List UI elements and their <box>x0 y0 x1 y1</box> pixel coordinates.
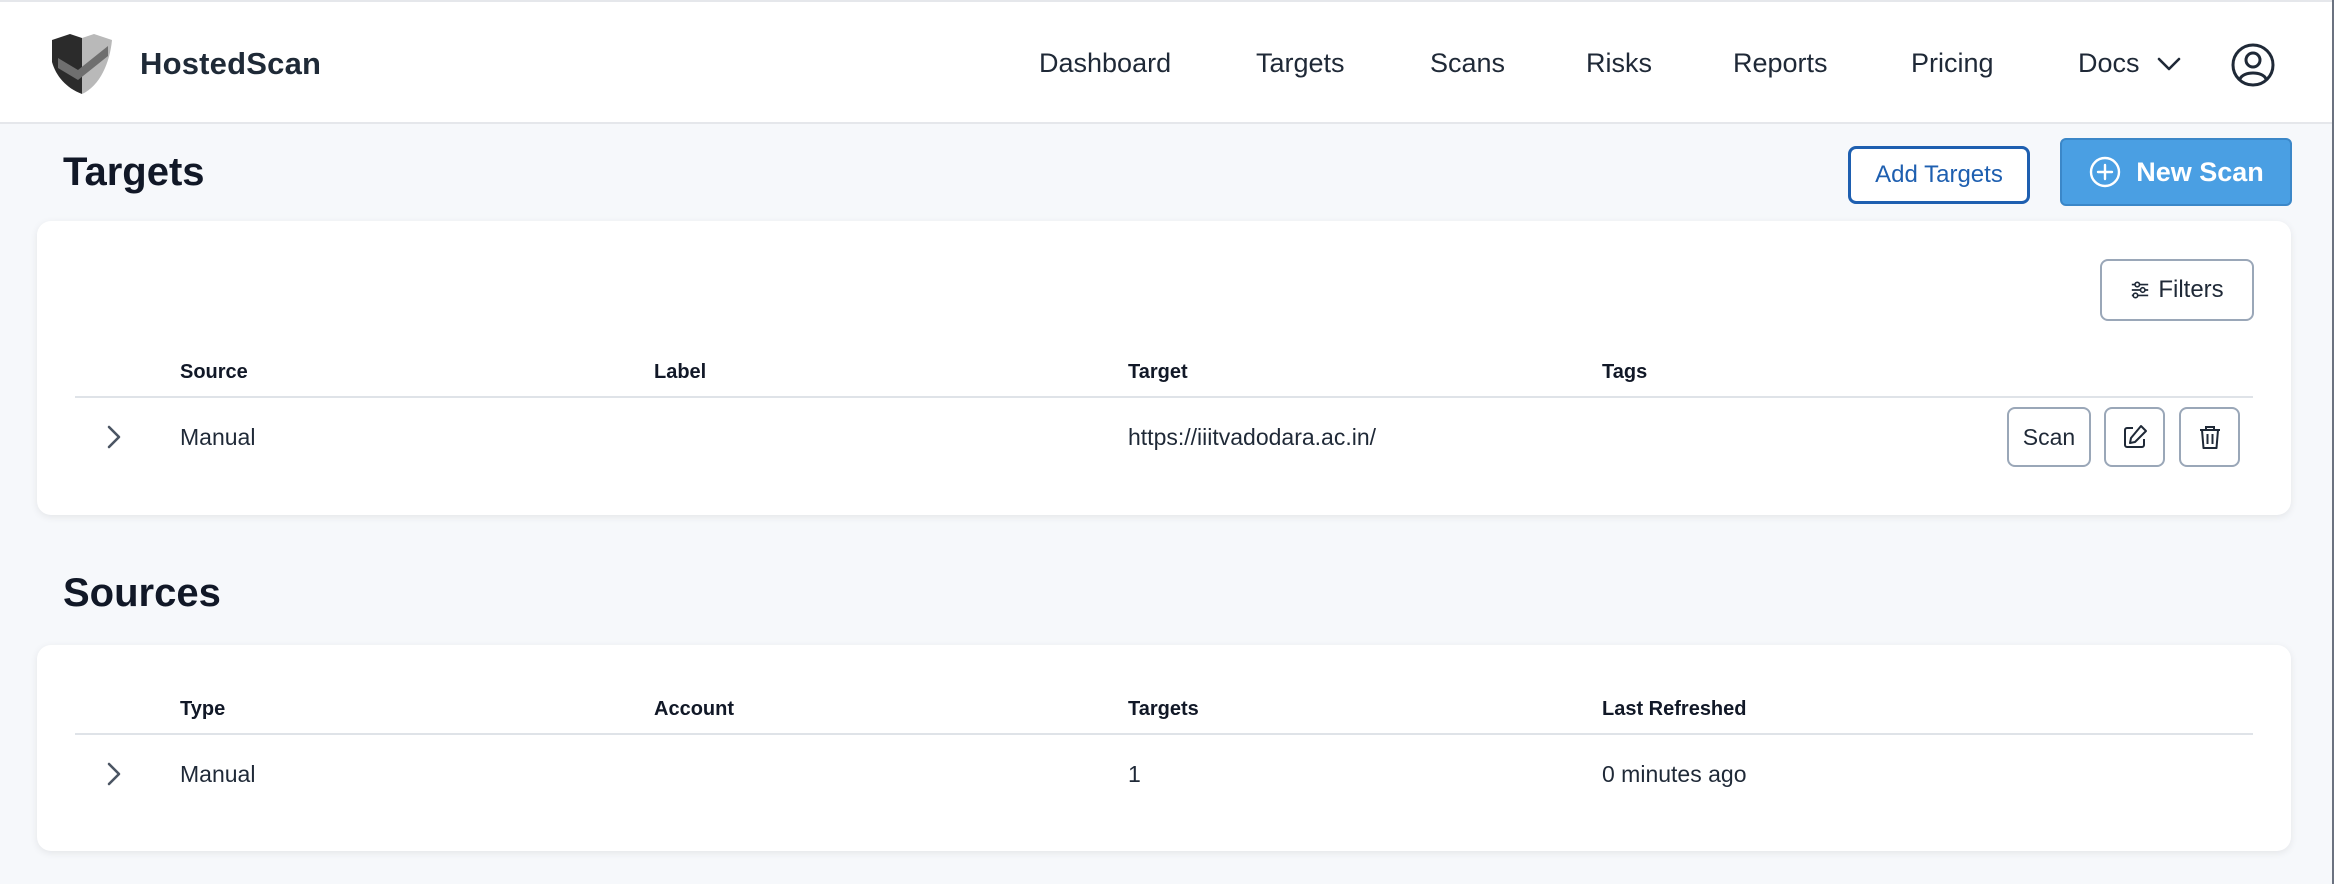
shield-logo-icon[interactable] <box>48 32 114 96</box>
plus-circle-icon <box>2090 156 2121 188</box>
trash-icon <box>2199 426 2220 449</box>
delete-button[interactable] <box>2179 407 2240 467</box>
nav-targets[interactable]: Targets <box>1256 48 1345 79</box>
source-row-targets: 1 <box>1128 761 1141 787</box>
target-row-url: https://iiitvadodara.ac.in/ <box>1128 424 1377 450</box>
nav-pricing[interactable]: Pricing <box>1911 48 1994 79</box>
new-scan-button[interactable]: New Scan <box>2060 138 2292 206</box>
nav-docs[interactable]: Docs <box>2078 48 2140 79</box>
new-scan-label: New Scan <box>2136 156 2264 187</box>
sources-card <box>37 645 2291 851</box>
source-row-type: Manual <box>180 761 256 787</box>
filters-button[interactable]: Filters <box>2100 259 2254 321</box>
column-header-label[interactable]: Label <box>654 361 706 384</box>
chevron-down-icon[interactable] <box>2156 54 2182 74</box>
brand-name[interactable]: HostedScan <box>140 46 321 82</box>
nav-reports[interactable]: Reports <box>1733 48 1828 79</box>
column-header-account[interactable]: Account <box>654 698 734 721</box>
user-circle-icon[interactable] <box>2230 42 2276 88</box>
chevron-right-icon[interactable] <box>104 761 124 787</box>
sliders-icon <box>2132 281 2149 299</box>
edit-icon <box>2123 425 2147 448</box>
nav-scans[interactable]: Scans <box>1430 48 1505 79</box>
column-header-target[interactable]: Target <box>1128 361 1188 384</box>
column-header-source[interactable]: Source <box>180 361 248 384</box>
table-divider <box>75 733 2253 735</box>
targets-title: Targets <box>63 150 205 194</box>
sources-title: Sources <box>63 571 221 615</box>
nav-dashboard[interactable]: Dashboard <box>1039 48 1171 79</box>
column-header-tags[interactable]: Tags <box>1602 361 1647 384</box>
top-navbar: HostedScan Dashboard Targets Scans Risks… <box>0 0 2332 124</box>
column-header-targets[interactable]: Targets <box>1128 698 1199 721</box>
table-divider <box>75 396 2253 398</box>
filters-label: Filters <box>2158 276 2224 303</box>
add-targets-button[interactable]: Add Targets <box>1848 146 2030 204</box>
column-header-type[interactable]: Type <box>180 698 225 721</box>
source-row-last-refreshed: 0 minutes ago <box>1602 761 1747 787</box>
column-header-last-refreshed[interactable]: Last Refreshed <box>1602 698 1747 721</box>
nav-risks[interactable]: Risks <box>1586 48 1652 79</box>
target-row-source: Manual <box>180 424 256 450</box>
scan-button[interactable]: Scan <box>2007 407 2091 467</box>
edit-button[interactable] <box>2104 407 2165 467</box>
chevron-right-icon[interactable] <box>104 424 124 450</box>
